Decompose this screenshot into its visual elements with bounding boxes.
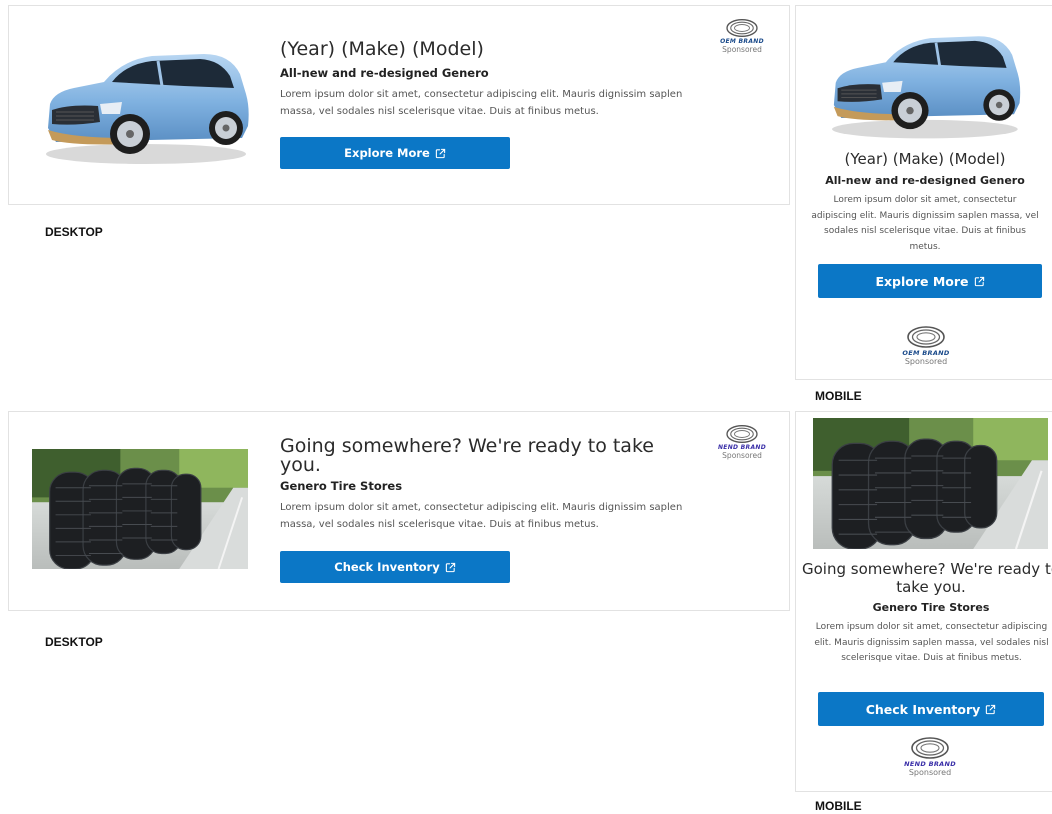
check-inventory-button[interactable]: Check Inventory — [280, 551, 510, 583]
brand-name: NEND BRAND — [717, 444, 767, 451]
cta-label: Check Inventory — [334, 560, 440, 574]
desktop-label: DESKTOP — [45, 225, 103, 239]
brand-name: OEM BRAND — [720, 38, 764, 45]
desktop-tire-ad: Going somewhere? We're ready to take you… — [8, 411, 790, 611]
desktop-car-ad: (Year) (Make) (Model) All-new and re-des… — [8, 5, 790, 205]
sponsor-badge: NEND BRAND Sponsored — [709, 424, 775, 460]
explore-more-button[interactable]: Explore More — [280, 137, 510, 169]
external-link-icon — [974, 276, 985, 287]
mobile-car-ad: (Year) (Make) (Model) All-new and re-des… — [795, 5, 1052, 380]
ad-body: Lorem ipsum dolor sit amet, consectetur … — [811, 195, 1039, 252]
sponsored-label: Sponsored — [722, 451, 762, 460]
tires-image — [32, 449, 248, 569]
mobile-tire-ad: Going somewhere? We're ready to take you… — [795, 411, 1052, 792]
car-image — [810, 14, 1036, 144]
brand-name: OEM BRAND — [902, 349, 950, 357]
tires-image — [813, 418, 1048, 549]
explore-more-button[interactable]: Explore More — [818, 264, 1042, 298]
external-link-icon — [445, 562, 456, 573]
cta-label: Explore More — [344, 146, 430, 160]
sponsored-label: Sponsored — [722, 45, 762, 54]
sponsor-badge: OEM BRAND Sponsored — [709, 18, 775, 54]
nend-brand-logo-icon — [724, 424, 760, 444]
external-link-icon — [435, 148, 446, 159]
ad-subtitle: All-new and re-designed Genero — [825, 174, 1025, 187]
ad-body: Lorem ipsum dolor sit amet, consectetur … — [280, 89, 683, 117]
ad-subtitle: Genero Tire Stores — [872, 601, 990, 614]
ad-title: (Year) (Make) (Model) — [844, 150, 1006, 168]
car-image — [34, 30, 254, 170]
ad-body: Lorem ipsum dolor sit amet, consectetur … — [814, 622, 1049, 663]
ad-subtitle: All-new and re-designed Genero — [280, 66, 489, 80]
check-inventory-button[interactable]: Check Inventory — [818, 692, 1044, 726]
ad-title: (Year) (Make) (Model) — [280, 38, 484, 60]
sponsor-badge: OEM BRAND Sponsored — [891, 325, 961, 366]
desktop-label: DESKTOP — [45, 635, 103, 649]
brand-name: NEND BRAND — [904, 760, 956, 768]
nend-brand-logo-icon — [908, 736, 952, 760]
cta-label: Check Inventory — [865, 701, 981, 717]
oem-brand-logo-icon — [724, 18, 760, 38]
mobile-label: MOBILE — [815, 389, 862, 403]
oem-brand-logo-icon — [904, 325, 948, 349]
sponsored-label: Sponsored — [908, 768, 952, 777]
sponsored-label: Sponsored — [904, 357, 948, 366]
ad-subtitle: Genero Tire Stores — [280, 479, 403, 493]
mobile-label: MOBILE — [815, 799, 862, 813]
cta-label: Explore More — [875, 273, 969, 289]
ad-title: Going somewhere? We're ready to take you… — [801, 560, 1052, 596]
ad-title: Going somewhere? We're ready to take you… — [280, 435, 654, 476]
ad-body: Lorem ipsum dolor sit amet, consectetur … — [280, 502, 683, 530]
external-link-icon — [985, 704, 996, 715]
sponsor-badge: NEND BRAND Sponsored — [895, 736, 965, 777]
